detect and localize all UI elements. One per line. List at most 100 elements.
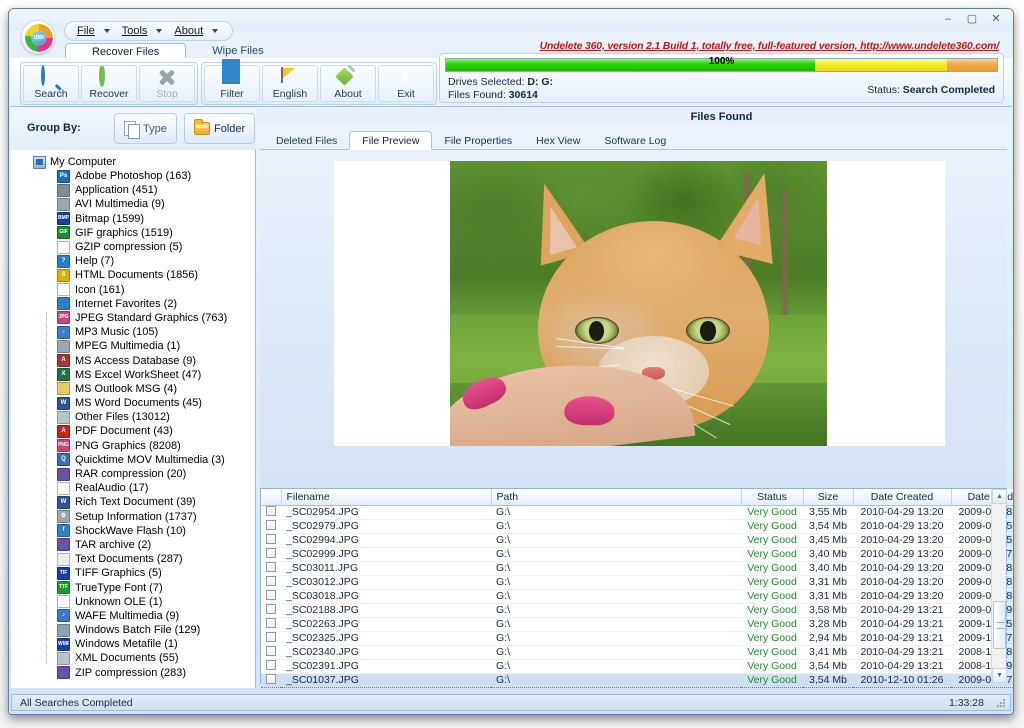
tree-item[interactable]: MPEG Multimedia (1) [11,339,255,353]
tab-hex-view[interactable]: Hex View [524,132,592,150]
table-row[interactable]: _SC02999.JPGG:\Very Good3,40 Mb2010-04-2… [261,547,1014,561]
language-button[interactable]: English [262,65,318,102]
row-checkbox-cell[interactable] [261,533,281,547]
row-checkbox-cell[interactable] [261,519,281,533]
table-row[interactable]: _SC02994.JPGG:\Very Good3,45 Mb2010-04-2… [261,533,1014,547]
tree-item[interactable]: SHTML Documents (1856) [11,268,255,282]
tree-item[interactable]: Internet Favorites (2) [11,297,255,311]
column-header-size[interactable]: Size [803,489,853,505]
row-checkbox-cell[interactable] [261,673,281,687]
tree-item[interactable]: ♪MP3 Music (105) [11,325,255,339]
tree-item[interactable]: MS Outlook MSG (4) [11,382,255,396]
tab-wipe-files[interactable]: Wipe Files [186,43,289,59]
tree-item[interactable]: TAR archive (2) [11,538,255,552]
row-checkbox[interactable] [266,520,276,530]
menu-tools[interactable]: Tools [116,22,169,40]
tree-item[interactable]: QQuicktime MOV Multimedia (3) [11,453,255,467]
tree-item[interactable]: AMS Access Database (9) [11,353,255,367]
scrollbar-thumb[interactable] [993,601,1006,649]
table-row[interactable]: _SC02979.JPGG:\Very Good3,54 Mb2010-04-2… [261,519,1014,533]
tab-software-log[interactable]: Software Log [592,132,678,150]
scroll-up-icon[interactable]: ▲ [992,489,1007,504]
tree-item[interactable]: TIFTIFF Graphics (5) [11,566,255,580]
row-checkbox-cell[interactable] [261,631,281,645]
tree-item[interactable]: XMS Excel WorkSheet (47) [11,368,255,382]
group-by-type-button[interactable]: Type [114,113,177,144]
row-checkbox-cell[interactable] [261,561,281,575]
scroll-down-icon[interactable]: ▼ [992,668,1007,683]
row-checkbox[interactable] [266,590,276,600]
tree-item[interactable]: GIFGIF graphics (1519) [11,226,255,240]
tab-recover-files[interactable]: Recover Files [65,43,186,59]
tree-item[interactable]: Other Files (13012) [11,410,255,424]
menu-about[interactable]: About [168,22,224,40]
minimize-button[interactable]: – [937,11,959,27]
column-header-filename[interactable]: Filename [281,489,491,505]
tree-item[interactable]: Text Documents (287) [11,552,255,566]
row-checkbox-cell[interactable] [261,505,281,519]
tab-file-preview[interactable]: File Preview [349,131,432,150]
close-button[interactable]: ✕ [985,11,1007,27]
tree-item[interactable]: WMS Word Documents (45) [11,396,255,410]
tree-item[interactable]: ♪WAFE Multimedia (9) [11,609,255,623]
row-checkbox[interactable] [266,576,276,586]
tab-file-properties[interactable]: File Properties [432,132,524,150]
tree-item[interactable]: GZIP compression (5) [11,240,255,254]
row-checkbox[interactable] [266,534,276,544]
maximize-button[interactable]: ▢ [961,11,983,27]
tree-item[interactable]: ?Help (7) [11,254,255,268]
tree-item[interactable]: PsAdobe Photoshop (163) [11,169,255,183]
search-button[interactable]: Search [23,65,79,102]
tree-item[interactable]: PNGPNG Graphics (8208) [11,439,255,453]
tree-item[interactable]: fShockWave Flash (10) [11,524,255,538]
files-table-scrollbar[interactable]: ▲ ▼ [991,489,1006,683]
tree-root-my-computer[interactable]: My Computer [11,155,255,169]
tree-item[interactable]: AVI Multimedia (9) [11,197,255,211]
row-checkbox-cell[interactable] [261,659,281,673]
tree-item[interactable]: TTFTrueType Font (7) [11,580,255,594]
row-checkbox[interactable] [266,632,276,642]
row-checkbox[interactable] [266,618,276,628]
tree-item[interactable]: Windows Batch File (129) [11,623,255,637]
row-checkbox[interactable] [266,506,276,516]
row-checkbox[interactable] [266,604,276,614]
row-checkbox-cell[interactable] [261,589,281,603]
table-row[interactable]: _SC02954.JPGG:\Very Good3,55 Mb2010-04-2… [261,505,1014,519]
table-row[interactable]: _SC02188.JPGG:\Very Good3,58 Mb2010-04-2… [261,603,1014,617]
table-row[interactable]: _SC02391.JPGG:\Very Good3,54 Mb2010-04-2… [261,659,1014,673]
tree-item[interactable]: ZIP compression (283) [11,666,255,680]
tree-item[interactable]: RealAudio (17) [11,481,255,495]
tree-item[interactable]: RAR compression (20) [11,467,255,481]
table-row[interactable]: _SC03011.JPGG:\Very Good3,40 Mb2010-04-2… [261,561,1014,575]
row-checkbox-cell[interactable] [261,603,281,617]
resize-grip-icon[interactable] [996,698,1006,708]
row-checkbox-cell[interactable] [261,617,281,631]
table-row[interactable]: _SC03018.JPGG:\Very Good3,31 Mb2010-04-2… [261,589,1014,603]
table-row[interactable]: _SC02325.JPGG:\Very Good2,94 Mb2010-04-2… [261,631,1014,645]
tree-item[interactable]: Icon (161) [11,283,255,297]
files-table-container[interactable]: Filename Path Status Size Date Created D… [260,488,1007,684]
version-link[interactable]: Undelete 360, version 2.1 Build 1, total… [540,40,999,52]
group-by-folder-button[interactable]: Folder [184,113,255,144]
tree-item[interactable]: Application (451) [11,183,255,197]
tree-item[interactable]: WRich Text Document (39) [11,495,255,509]
filter-button[interactable]: Filter [204,65,260,102]
tree-item[interactable]: BMPBitmap (1599) [11,212,255,226]
table-row[interactable]: _SC02263.JPGG:\Very Good3,28 Mb2010-04-2… [261,617,1014,631]
tree-item[interactable]: JPGJPEG Standard Graphics (763) [11,311,255,325]
table-row[interactable]: _SC03012.JPGG:\Very Good3,31 Mb2010-04-2… [261,575,1014,589]
row-checkbox[interactable] [266,660,276,670]
column-header-path[interactable]: Path [491,489,741,505]
tab-deleted-files[interactable]: Deleted Files [264,132,349,150]
exit-button[interactable]: Exit [378,65,434,102]
recover-button[interactable]: Recover [81,65,137,102]
row-checkbox[interactable] [266,562,276,572]
table-row[interactable]: _SC02340.JPGG:\Very Good3,41 Mb2010-04-2… [261,645,1014,659]
row-checkbox-cell[interactable] [261,645,281,659]
row-checkbox-cell[interactable] [261,547,281,561]
tree-item[interactable]: ⚙Setup Information (1737) [11,510,255,524]
row-checkbox[interactable] [266,548,276,558]
tree-item[interactable]: XML Documents (55) [11,651,255,665]
about-button[interactable]: About [320,65,376,102]
column-header-checkbox[interactable] [261,489,281,505]
